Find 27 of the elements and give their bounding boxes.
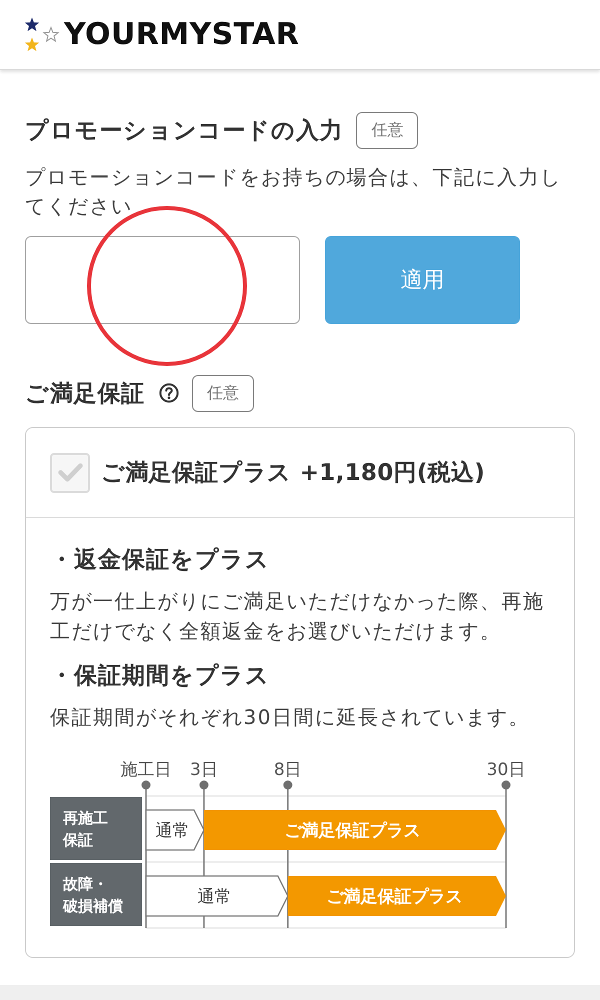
bar-label: ご満足保証プラス xyxy=(326,887,462,907)
help-icon xyxy=(159,383,179,403)
option-label: ご満足保証プラス +1,180円(税込) xyxy=(101,459,486,488)
bar-label: 通常 xyxy=(197,887,232,907)
feature-text: 保証期間がそれぞれ30日間に延長されています。 xyxy=(50,704,531,731)
day-label: 30日 xyxy=(486,760,526,780)
promo-code-input[interactable] xyxy=(25,236,300,324)
logo-text: YOURMYSTAR xyxy=(64,17,300,52)
day-label: 施工日 xyxy=(120,760,172,780)
section-title: プロモーションコードの入力 xyxy=(25,116,344,146)
feature-heading: ・保証期間をプラス xyxy=(50,662,271,691)
section-title: ご満足保証 xyxy=(25,380,145,408)
row-header: 故障・破損補償 xyxy=(50,863,142,926)
bar-label: ご満足保証プラス xyxy=(284,821,420,841)
apply-button[interactable]: 適用 xyxy=(325,236,520,324)
row-header: 再施工保証 xyxy=(50,797,142,860)
feature-heading: ・返金保証をプラス xyxy=(50,546,271,575)
optional-badge: 任意 xyxy=(192,374,254,412)
checkbox[interactable] xyxy=(50,452,90,492)
bar-label: 通常 xyxy=(155,821,190,841)
description-text: プロモーションコードをお持ちの場合は、下記に入力してください xyxy=(25,164,562,220)
check-icon xyxy=(58,463,82,482)
stars-icon xyxy=(24,16,60,52)
day-label: 3日 xyxy=(190,760,218,780)
feature-text: 万が一仕上がりにご満足いただけなかった際、再施工だけでなく全額返金をお選びいただけます。 xyxy=(50,588,546,645)
day-label: 8日 xyxy=(274,760,302,780)
optional-badge: 任意 xyxy=(356,112,418,148)
